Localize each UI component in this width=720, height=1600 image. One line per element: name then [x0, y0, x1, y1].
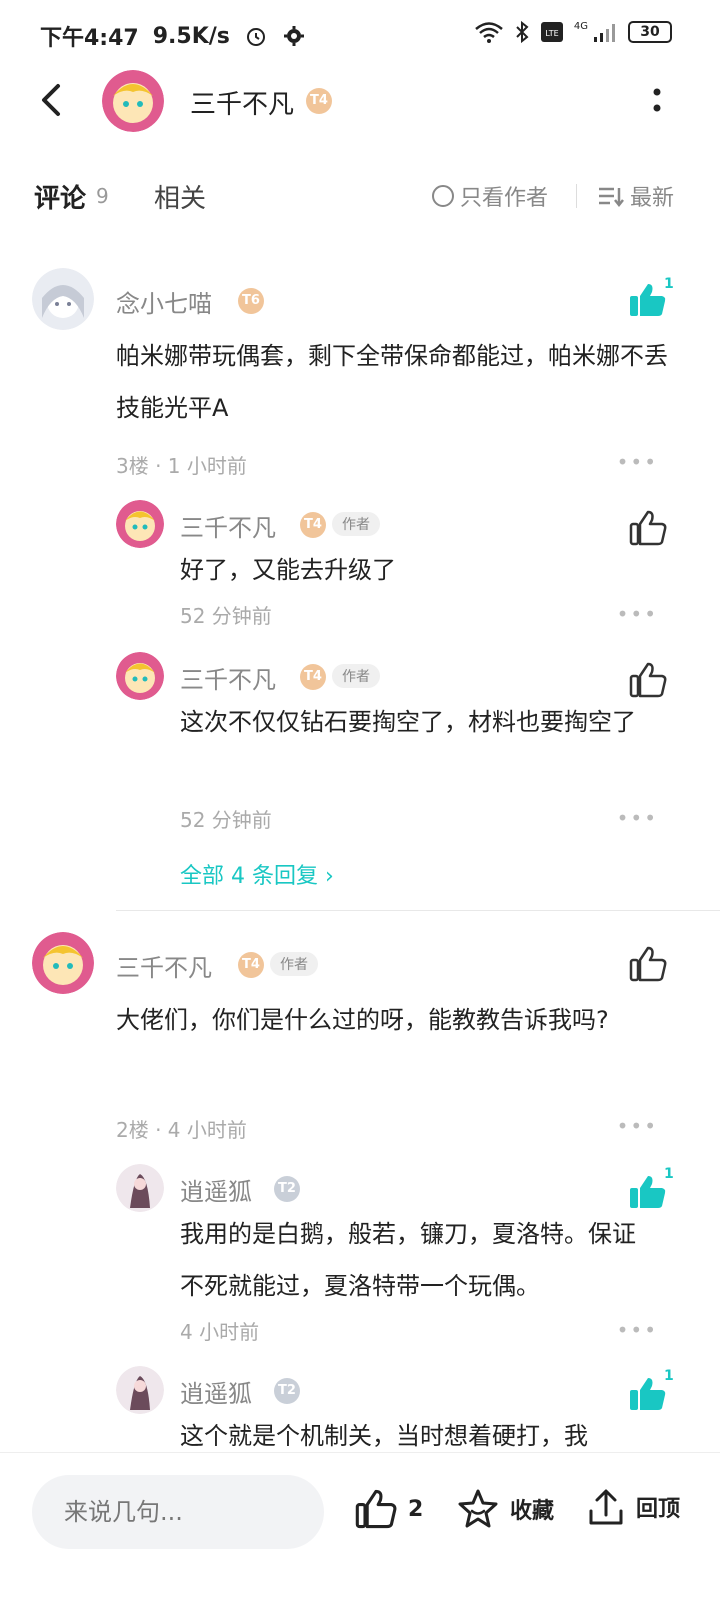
only-author-toggle[interactable]: 只看作者	[432, 180, 548, 212]
back-to-top-label: 回顶	[636, 1497, 681, 1522]
sort-toggle[interactable]: 最新	[598, 180, 674, 212]
reply-more-icon[interactable]: •••	[617, 806, 658, 830]
comment-input[interactable]: 来说几句...	[32, 1475, 324, 1549]
alarm-icon	[246, 28, 265, 46]
tab-comments[interactable]: 评论	[34, 178, 86, 215]
level-badge: T4	[238, 952, 264, 978]
comment-meta: 3楼 · 1 小时前	[116, 454, 247, 478]
page-title: 三千不凡	[190, 90, 295, 120]
replier-name[interactable]: 三千不凡	[180, 508, 276, 543]
reply-meta: 52 分钟前	[180, 808, 272, 832]
collect-label: 收藏	[510, 1499, 555, 1524]
signal-icon	[594, 24, 615, 42]
thumbs-up-icon-active[interactable]	[628, 1374, 668, 1414]
replier-avatar[interactable]	[116, 1366, 164, 1414]
author-badge: 作者	[332, 664, 380, 688]
tab-divider	[576, 184, 577, 208]
reply-meta: 4 小时前	[180, 1320, 260, 1344]
replier-name[interactable]: 逍遥狐	[180, 1172, 252, 1207]
level-badge: T4	[306, 88, 332, 114]
comment-tabs: 评论 9 相关 只看作者 最新	[0, 170, 720, 226]
sort-icon	[599, 187, 624, 207]
level-badge: T6	[238, 288, 264, 314]
back-to-top-button[interactable]: 回顶	[586, 1487, 680, 1527]
like-count: 1	[664, 1368, 674, 1384]
post-header: 三千不凡 T4	[0, 68, 720, 134]
radio-circle-icon	[432, 185, 454, 207]
reply-more-icon[interactable]: •••	[617, 602, 658, 626]
thumbs-up-icon	[355, 1489, 397, 1529]
commenter-name[interactable]: 念小七喵	[116, 284, 212, 319]
like-count: 1	[664, 276, 674, 292]
clock: 下午4:47	[40, 26, 139, 51]
replier-name[interactable]: 三千不凡	[180, 660, 276, 695]
wifi-icon	[475, 22, 503, 43]
thumbs-up-icon[interactable]	[628, 660, 668, 700]
thumbs-up-icon[interactable]	[628, 508, 668, 548]
sort-label: 最新	[630, 186, 675, 211]
bottom-action-bar: 来说几句... 2 收藏 回顶	[0, 1452, 720, 1600]
view-all-replies-link[interactable]: 全部 4 条回复 ›	[180, 858, 334, 890]
comment-more-icon[interactable]: •••	[617, 450, 658, 474]
comment-more-icon[interactable]: •••	[617, 1114, 658, 1138]
reply-meta: 52 分钟前	[180, 604, 272, 628]
author-badge: 作者	[332, 512, 380, 536]
bluetooth-icon	[516, 20, 529, 44]
only-author-label: 只看作者	[460, 186, 549, 211]
reply-text: 这次不仅仅钻石要掏空了，材料也要掏空了	[180, 708, 636, 736]
author-badge: 作者	[270, 952, 318, 976]
collect-button[interactable]: 收藏	[456, 1487, 554, 1531]
settings-gear-icon	[283, 26, 304, 46]
comment-meta: 2楼 · 4 小时前	[116, 1118, 247, 1142]
like-count: 2	[408, 1496, 424, 1522]
thumbs-up-icon[interactable]	[628, 944, 668, 984]
level-badge: T4	[300, 512, 326, 538]
commenter-avatar[interactable]	[32, 268, 94, 330]
level-badge: T4	[300, 664, 326, 690]
comment-divider	[116, 910, 720, 911]
replier-avatar[interactable]	[116, 652, 164, 700]
reply-text: 好了，又能去升级了	[180, 556, 396, 584]
upload-arrow-icon	[589, 1489, 623, 1525]
like-button[interactable]: 2	[354, 1487, 423, 1531]
replier-avatar[interactable]	[116, 1164, 164, 1212]
volte-icon: LTE	[540, 22, 563, 42]
level-badge: T2	[274, 1176, 300, 1202]
level-badge: T2	[274, 1378, 300, 1404]
reply-text: 我用的是白鹅，般若，镰刀，夏洛特。保证不死就能过，夏洛特带一个玩偶。	[180, 1220, 636, 1300]
thumbs-up-icon-active[interactable]	[628, 1172, 668, 1212]
commenter-name[interactable]: 三千不凡	[116, 948, 212, 983]
network-speed: 9.5K/s	[152, 23, 230, 49]
battery-indicator: 30	[628, 21, 672, 43]
commenter-avatar[interactable]	[32, 932, 94, 994]
author-avatar[interactable]	[102, 70, 164, 132]
tab-related[interactable]: 相关	[154, 178, 206, 215]
like-count: 1	[664, 1166, 674, 1182]
thumbs-up-icon-active[interactable]	[628, 280, 668, 320]
reply-more-icon[interactable]: •••	[617, 1318, 658, 1342]
comment-text: 大佬们，你们是什么过的呀，能教教告诉我吗?	[116, 1006, 609, 1034]
star-icon	[458, 1489, 498, 1528]
replier-avatar[interactable]	[116, 500, 164, 548]
network-type: 4G	[573, 20, 588, 32]
svg-text:LTE: LTE	[545, 29, 558, 38]
replier-name[interactable]: 逍遥狐	[180, 1374, 252, 1409]
back-arrow-icon[interactable]	[34, 82, 70, 118]
comment-text: 帕米娜带玩偶套，剩下全带保命都能过，帕米娜不丢技能光平A	[116, 342, 668, 422]
more-options-icon[interactable]	[652, 86, 662, 116]
comments-count: 9	[96, 184, 109, 208]
status-bar: 下午4:47 9.5K/s LTE 4G 30	[0, 0, 720, 68]
